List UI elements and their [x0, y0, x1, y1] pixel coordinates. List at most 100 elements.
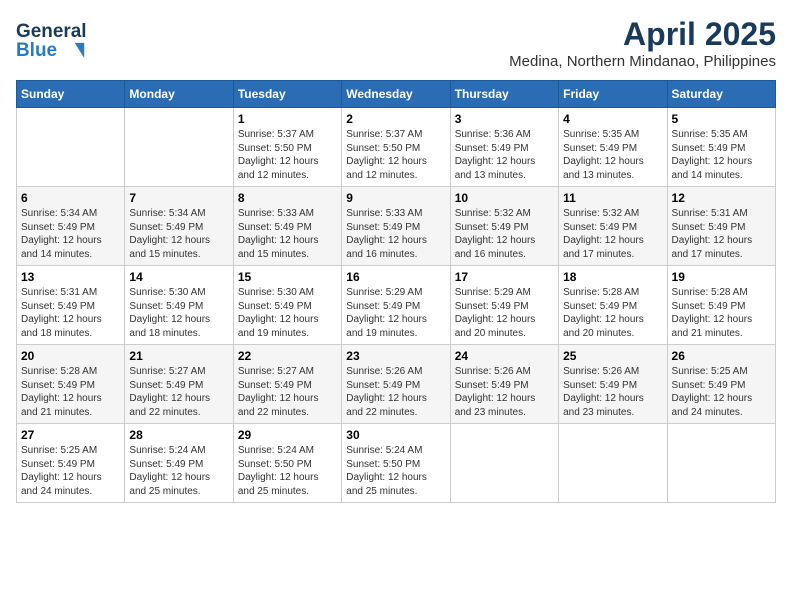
calendar-cell: 13 Sunrise: 5:31 AM Sunset: 5:49 PM Dayli…: [17, 266, 125, 345]
day-header-friday: Friday: [559, 81, 667, 108]
calendar-cell: 10 Sunrise: 5:32 AM Sunset: 5:49 PM Dayli…: [450, 187, 558, 266]
calendar-cell: [450, 424, 558, 503]
day-info: Sunrise: 5:29 AM Sunset: 5:49 PM Dayligh…: [455, 286, 554, 340]
calendar-cell: 24Sunrise: 5:26 AM Sunset: 5:49 PM Dayli…: [450, 345, 558, 424]
day-number: 21: [129, 349, 228, 363]
calendar-cell: 5 Sunrise: 5:35 AM Sunset: 5:49 PM Daylig…: [667, 108, 775, 187]
day-info: Sunrise: 5:34 AM Sunset: 5:49 PM Dayligh…: [21, 207, 120, 261]
calendar-cell: 30Sunrise: 5:24 AM Sunset: 5:50 PM Dayli…: [342, 424, 450, 503]
day-info: Sunrise: 5:29 AM Sunset: 5:49 PM Dayligh…: [346, 286, 445, 340]
calendar-table: SundayMondayTuesdayWednesdayThursdayFrid…: [16, 80, 776, 503]
calendar-cell: 19Sunrise: 5:28 AM Sunset: 5:49 PM Dayli…: [667, 266, 775, 345]
day-info: Sunrise: 5:32 AM Sunset: 5:49 PM Dayligh…: [563, 207, 662, 261]
day-info: Sunrise: 5:31 AM Sunset: 5:49 PM Dayligh…: [21, 286, 120, 340]
calendar-cell: 3 Sunrise: 5:36 AM Sunset: 5:49 PM Daylig…: [450, 108, 558, 187]
day-header-wednesday: Wednesday: [342, 81, 450, 108]
calendar-cell: 26Sunrise: 5:25 AM Sunset: 5:49 PM Dayli…: [667, 345, 775, 424]
day-info: Sunrise: 5:35 AM Sunset: 5:49 PM Dayligh…: [672, 128, 771, 182]
day-info: Sunrise: 5:24 AM Sunset: 5:49 PM Dayligh…: [129, 444, 228, 498]
page-subtitle: Medina, Northern Mindanao, Philippines: [509, 53, 776, 70]
day-number: 1: [238, 112, 337, 126]
calendar-cell: 28 Sunrise: 5:24 AM Sunset: 5:49 PM Dayli…: [125, 424, 233, 503]
calendar-header: SundayMondayTuesdayWednesdayThursdayFrid…: [17, 81, 776, 108]
day-number: 27: [21, 428, 120, 442]
page-title: April 2025: [509, 16, 776, 53]
calendar-cell: 27 Sunrise: 5:25 AM Sunset: 5:49 PM Dayli…: [17, 424, 125, 503]
calendar-cell: 1 Sunrise: 5:37 AM Sunset: 5:50 PM Daylig…: [233, 108, 341, 187]
title-area: April 2025 Medina, Northern Mindanao, Ph…: [509, 16, 776, 70]
calendar-week-4: 20Sunrise: 5:28 AM Sunset: 5:49 PM Dayli…: [17, 345, 776, 424]
day-info: Sunrise: 5:36 AM Sunset: 5:49 PM Dayligh…: [455, 128, 554, 182]
day-info: Sunrise: 5:25 AM Sunset: 5:49 PM Dayligh…: [21, 444, 120, 498]
day-header-thursday: Thursday: [450, 81, 558, 108]
day-info: Sunrise: 5:28 AM Sunset: 5:49 PM Dayligh…: [672, 286, 771, 340]
day-number: 10: [455, 191, 554, 205]
calendar-week-3: 13 Sunrise: 5:31 AM Sunset: 5:49 PM Dayli…: [17, 266, 776, 345]
day-number: 7: [129, 191, 228, 205]
calendar-cell: 6 Sunrise: 5:34 AM Sunset: 5:49 PM Daylig…: [17, 187, 125, 266]
calendar-cell: 14 Sunrise: 5:30 AM Sunset: 5:49 PM Dayli…: [125, 266, 233, 345]
day-info: Sunrise: 5:33 AM Sunset: 5:49 PM Dayligh…: [238, 207, 337, 261]
day-header-monday: Monday: [125, 81, 233, 108]
day-number: 26: [672, 349, 771, 363]
day-info: Sunrise: 5:28 AM Sunset: 5:49 PM Dayligh…: [563, 286, 662, 340]
day-info: Sunrise: 5:24 AM Sunset: 5:50 PM Dayligh…: [346, 444, 445, 498]
page-header: General Blue April 2025 Medina, Northern…: [16, 16, 776, 70]
day-number: 5: [672, 112, 771, 126]
day-number: 29: [238, 428, 337, 442]
day-info: Sunrise: 5:32 AM Sunset: 5:49 PM Dayligh…: [455, 207, 554, 261]
day-info: Sunrise: 5:30 AM Sunset: 5:49 PM Dayligh…: [238, 286, 337, 340]
day-number: 25: [563, 349, 662, 363]
day-info: Sunrise: 5:31 AM Sunset: 5:49 PM Dayligh…: [672, 207, 771, 261]
day-info: Sunrise: 5:35 AM Sunset: 5:49 PM Dayligh…: [563, 128, 662, 182]
calendar-cell: 11 Sunrise: 5:32 AM Sunset: 5:49 PM Dayli…: [559, 187, 667, 266]
day-header-sunday: Sunday: [17, 81, 125, 108]
calendar-week-5: 27 Sunrise: 5:25 AM Sunset: 5:49 PM Dayli…: [17, 424, 776, 503]
calendar-cell: 20Sunrise: 5:28 AM Sunset: 5:49 PM Dayli…: [17, 345, 125, 424]
calendar-cell: 7 Sunrise: 5:34 AM Sunset: 5:49 PM Daylig…: [125, 187, 233, 266]
day-number: 12: [672, 191, 771, 205]
day-number: 13: [21, 270, 120, 284]
day-info: Sunrise: 5:26 AM Sunset: 5:49 PM Dayligh…: [455, 365, 554, 419]
day-number: 9: [346, 191, 445, 205]
day-number: 17: [455, 270, 554, 284]
day-number: 11: [563, 191, 662, 205]
calendar-cell: 17 Sunrise: 5:29 AM Sunset: 5:49 PM Dayli…: [450, 266, 558, 345]
day-number: 2: [346, 112, 445, 126]
logo: General Blue: [16, 16, 106, 66]
day-info: Sunrise: 5:33 AM Sunset: 5:49 PM Dayligh…: [346, 207, 445, 261]
calendar-cell: 8 Sunrise: 5:33 AM Sunset: 5:49 PM Daylig…: [233, 187, 341, 266]
logo-svg: General Blue: [16, 16, 106, 66]
day-number: 14: [129, 270, 228, 284]
calendar-week-1: 1 Sunrise: 5:37 AM Sunset: 5:50 PM Daylig…: [17, 108, 776, 187]
calendar-week-2: 6 Sunrise: 5:34 AM Sunset: 5:49 PM Daylig…: [17, 187, 776, 266]
day-number: 8: [238, 191, 337, 205]
day-number: 4: [563, 112, 662, 126]
day-number: 23: [346, 349, 445, 363]
calendar-cell: 4 Sunrise: 5:35 AM Sunset: 5:49 PM Daylig…: [559, 108, 667, 187]
day-number: 16: [346, 270, 445, 284]
svg-text:General: General: [16, 21, 87, 42]
day-info: Sunrise: 5:37 AM Sunset: 5:50 PM Dayligh…: [238, 128, 337, 182]
day-number: 28: [129, 428, 228, 442]
day-info: Sunrise: 5:34 AM Sunset: 5:49 PM Dayligh…: [129, 207, 228, 261]
calendar-cell: [667, 424, 775, 503]
calendar-cell: 15 Sunrise: 5:30 AM Sunset: 5:49 PM Dayli…: [233, 266, 341, 345]
calendar-cell: 9 Sunrise: 5:33 AM Sunset: 5:49 PM Daylig…: [342, 187, 450, 266]
calendar-cell: 23 Sunrise: 5:26 AM Sunset: 5:49 PM Dayli…: [342, 345, 450, 424]
day-info: Sunrise: 5:30 AM Sunset: 5:49 PM Dayligh…: [129, 286, 228, 340]
calendar-cell: 2 Sunrise: 5:37 AM Sunset: 5:50 PM Daylig…: [342, 108, 450, 187]
day-info: Sunrise: 5:28 AM Sunset: 5:49 PM Dayligh…: [21, 365, 120, 419]
calendar-cell: 12 Sunrise: 5:31 AM Sunset: 5:49 PM Dayli…: [667, 187, 775, 266]
calendar-cell: 16 Sunrise: 5:29 AM Sunset: 5:49 PM Dayli…: [342, 266, 450, 345]
day-number: 18: [563, 270, 662, 284]
day-number: 15: [238, 270, 337, 284]
day-info: Sunrise: 5:27 AM Sunset: 5:49 PM Dayligh…: [238, 365, 337, 419]
day-info: Sunrise: 5:37 AM Sunset: 5:50 PM Dayligh…: [346, 128, 445, 182]
day-info: Sunrise: 5:26 AM Sunset: 5:49 PM Dayligh…: [346, 365, 445, 419]
calendar-cell: 22Sunrise: 5:27 AM Sunset: 5:49 PM Dayli…: [233, 345, 341, 424]
day-number: 3: [455, 112, 554, 126]
calendar-cell: 25Sunrise: 5:26 AM Sunset: 5:49 PM Dayli…: [559, 345, 667, 424]
day-number: 6: [21, 191, 120, 205]
day-header-tuesday: Tuesday: [233, 81, 341, 108]
